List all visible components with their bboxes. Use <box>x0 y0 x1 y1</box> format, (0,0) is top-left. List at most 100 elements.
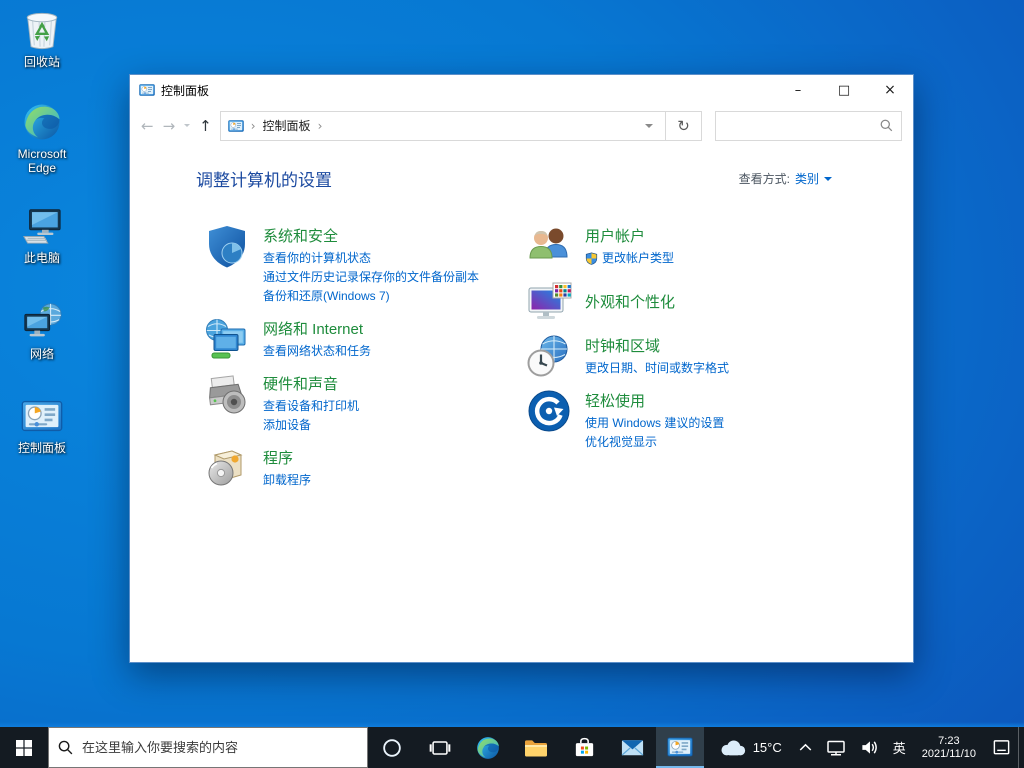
link-change-account-type[interactable]: 更改帐户类型 <box>585 249 674 268</box>
desktop-icon-this-pc[interactable]: 此电脑 <box>4 204 80 265</box>
control-panel-icon <box>20 394 64 438</box>
task-view-icon <box>428 736 452 760</box>
desktop-icon-label: 网络 <box>30 347 54 361</box>
tray-date: 2021/11/10 <box>922 748 976 761</box>
breadcrumb-control-panel[interactable]: 控制面板 <box>263 117 311 134</box>
link-appearance-personalization[interactable]: 外观和个性化 <box>585 291 675 312</box>
taskbar-mail-button[interactable] <box>608 727 656 768</box>
title-bar[interactable]: 控制面板 – □ × <box>130 75 913 105</box>
refresh-button[interactable]: ↻ <box>665 112 701 140</box>
link-hardware-sound[interactable]: 硬件和声音 <box>263 373 359 394</box>
desktop-icon-recycle-bin[interactable]: 回收站 <box>4 8 80 69</box>
link-devices-printers[interactable]: 查看设备和打印机 <box>263 397 359 416</box>
chevron-right-icon: › <box>251 119 256 133</box>
taskbar-file-explorer-button[interactable] <box>512 727 560 768</box>
network-globe-icon <box>20 300 64 344</box>
link-optimize-visual-display[interactable]: 优化视觉显示 <box>585 433 724 452</box>
control-panel-content: 调整计算机的设置 查看方式: 类别 <box>130 146 913 662</box>
action-center-button[interactable] <box>985 727 1018 768</box>
back-button[interactable]: ← <box>141 117 154 135</box>
control-panel-icon <box>139 82 155 98</box>
category-hardware-sound: 硬件和声音 查看设备和打印机 添加设备 <box>205 372 527 435</box>
link-add-device[interactable]: 添加设备 <box>263 416 359 435</box>
taskbar-store-button[interactable] <box>560 727 608 768</box>
link-check-computer-status[interactable]: 查看你的计算机状态 <box>263 249 479 268</box>
desktop-icon-label: Microsoft Edge <box>4 147 80 175</box>
taskbar-search-box[interactable] <box>48 727 368 768</box>
link-ease-of-access[interactable]: 轻松使用 <box>585 390 724 411</box>
close-button[interactable]: × <box>867 75 913 105</box>
maximize-button[interactable]: □ <box>821 75 867 105</box>
volume-tray-button[interactable] <box>853 727 886 768</box>
microsoft-store-icon <box>572 735 597 760</box>
page-title: 调整计算机的设置 <box>196 166 332 191</box>
mail-icon <box>620 735 645 760</box>
link-user-accounts[interactable]: 用户帐户 <box>585 225 674 246</box>
ethernet-icon <box>826 738 846 758</box>
window-title: 控制面板 <box>161 82 209 99</box>
taskbar-edge-button[interactable] <box>464 727 512 768</box>
search-icon <box>880 119 893 132</box>
view-by-dropdown[interactable]: 类别 <box>795 170 832 187</box>
desktop-icon-label: 控制面板 <box>18 441 66 455</box>
minimize-button[interactable]: – <box>775 75 821 105</box>
link-uninstall-program[interactable]: 卸载程序 <box>263 471 311 490</box>
network-monitors-icon <box>205 317 249 361</box>
clock-tray[interactable]: 7:23 2021/11/10 <box>913 735 985 761</box>
view-by-label: 查看方式: <box>739 170 790 187</box>
search-icon <box>58 740 73 755</box>
start-button[interactable] <box>0 727 48 768</box>
window-search-box[interactable] <box>715 111 902 141</box>
link-change-date-time-format[interactable]: 更改日期、时间或数字格式 <box>585 359 729 378</box>
desktop-icon-control-panel[interactable]: 控制面板 <box>4 394 80 455</box>
link-clock-region[interactable]: 时钟和区域 <box>585 335 729 356</box>
task-view-button[interactable] <box>416 727 464 768</box>
program-box-cd-icon <box>205 446 249 490</box>
desktop-icon-label: 回收站 <box>24 55 60 69</box>
weather-widget[interactable]: 15°C <box>708 738 792 757</box>
up-button[interactable]: ↑ <box>199 117 212 135</box>
category-appearance-personalization: 外观和个性化 <box>527 279 913 323</box>
edge-icon <box>20 100 64 144</box>
cortana-button[interactable] <box>368 727 416 768</box>
forward-button[interactable]: → <box>163 117 176 135</box>
address-dropdown-icon[interactable] <box>645 124 653 132</box>
shield-icon <box>205 224 249 268</box>
this-pc-icon <box>20 204 64 248</box>
category-clock-region: 时钟和区域 更改日期、时间或数字格式 <box>527 334 913 378</box>
control-panel-icon <box>228 118 244 134</box>
recent-pages-dropdown-icon[interactable] <box>184 124 190 130</box>
chevron-right-icon[interactable]: › <box>318 119 323 133</box>
link-file-history-backup[interactable]: 通过文件历史记录保存你的文件备份副本 <box>263 268 479 287</box>
show-desktop-button[interactable] <box>1018 727 1024 768</box>
link-network-internet[interactable]: 网络和 Internet <box>263 318 371 339</box>
control-panel-icon <box>667 734 693 760</box>
weather-temp: 15°C <box>753 740 782 755</box>
link-suggested-settings[interactable]: 使用 Windows 建议的设置 <box>585 414 724 433</box>
control-panel-window: 控制面板 – □ × ← → ↑ › 控制面板 › <box>129 74 914 663</box>
link-backup-restore-win7[interactable]: 备份和还原(Windows 7) <box>263 287 479 306</box>
address-bar[interactable]: › 控制面板 › <box>221 112 665 140</box>
link-network-status-tasks[interactable]: 查看网络状态和任务 <box>263 342 371 361</box>
action-center-icon <box>992 738 1011 757</box>
taskbar-control-panel-button[interactable] <box>656 727 704 768</box>
category-network-internet: 网络和 Internet 查看网络状态和任务 <box>205 317 527 361</box>
network-tray-button[interactable] <box>819 727 853 768</box>
desktop-icon-label: 此电脑 <box>24 251 60 265</box>
tray-overflow-button[interactable] <box>792 727 819 768</box>
tray-time: 7:23 <box>922 735 976 748</box>
link-system-security[interactable]: 系统和安全 <box>263 225 479 246</box>
taskbar-search-input[interactable] <box>82 740 358 755</box>
cloud-icon <box>718 738 746 757</box>
clock-globe-icon <box>527 334 571 378</box>
window-search-input[interactable] <box>724 119 880 133</box>
dropdown-arrow-icon <box>824 177 832 185</box>
desktop-icon-edge[interactable]: Microsoft Edge <box>4 100 80 175</box>
ime-language-indicator[interactable]: 英 <box>886 727 913 768</box>
personalization-icon <box>527 279 571 323</box>
windows-logo-icon <box>16 740 32 756</box>
link-programs[interactable]: 程序 <box>263 447 311 468</box>
desktop-icon-network[interactable]: 网络 <box>4 300 80 361</box>
category-user-accounts: 用户帐户 更改帐户类型 <box>527 224 913 268</box>
navigation-toolbar: ← → ↑ › 控制面板 › ↻ <box>130 105 913 146</box>
